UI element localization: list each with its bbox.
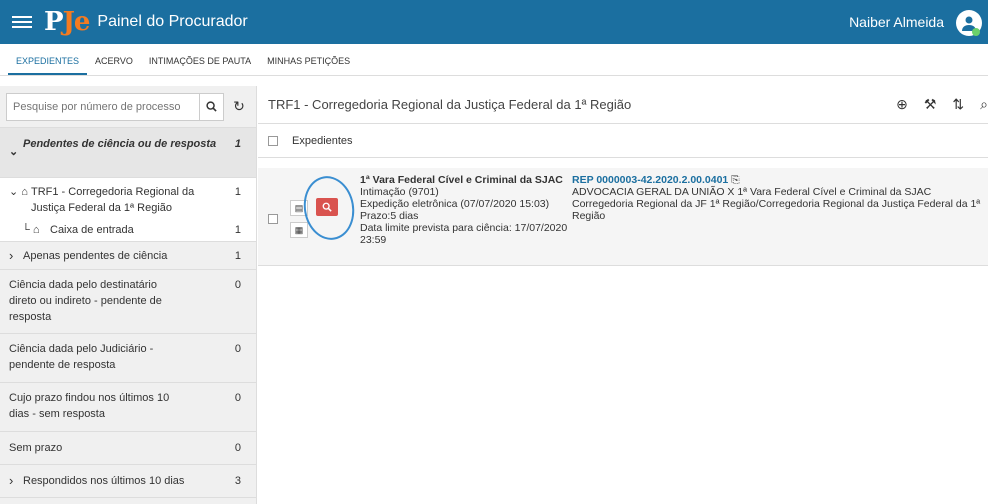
header-toolbar: ⊕ ⚒ ⇅ ⌕ [896,96,988,113]
search-button[interactable] [199,93,223,120]
sidebar-item-count: 1 [234,249,241,262]
sidebar-item-label: Apenas pendentes de ciência [23,249,168,262]
chevron-right-icon: › [9,473,14,488]
chevron-right-icon: › [9,247,14,263]
sidebar-item-label: Caixa de entrada [50,224,134,236]
calendar-icon[interactable]: ▦ [290,222,308,238]
sidebar-item-trf1[interactable]: ⌄ ⌂ TRF1 - Corregedoria Regional da Just… [0,178,256,218]
sidebar-item-ciencia-destinatario[interactable]: Ciência dada pelo destinatário direto ou… [0,270,256,334]
app-title: Painel do Procurador [97,13,248,30]
tab-intimacoes-de-pauta[interactable]: INTIMAÇÕES DE PAUTA [141,56,259,75]
main-tabs: EXPEDIENTES ACERVO INTIMAÇÕES DE PAUTA M… [0,44,988,76]
tab-acervo[interactable]: ACERVO [87,56,141,75]
sidebar-item-count: 1 [234,224,241,236]
sidebar-item-caixa-de-entrada[interactable]: └ ⌂ Caixa de entrada 1 [0,218,256,242]
sort-icon[interactable]: ⇅ [952,96,964,113]
sidebar-item-count: 0 [234,343,241,355]
menu-icon[interactable] [12,16,32,28]
tab-minhas-peticoes[interactable]: MINHAS PETIÇÕES [259,56,358,75]
sidebar-group-label: Pendentes de ciência ou de resposta [23,138,217,150]
online-status-dot [972,28,980,36]
avatar[interactable] [956,10,982,36]
sidebar-item-label: Ciência dada pelo Judiciário - pendente … [9,343,154,371]
expediente-details: 1ª Vara Federal Cível e Criminal da SJAC… [360,174,580,246]
expedientes-header: Expedientes [258,124,988,158]
chevron-down-icon: ⌄ [9,146,19,158]
copy-icon[interactable]: ⎘ [731,174,739,186]
sidebar-item-count: 1 [234,186,241,198]
sidebar-item-label: Ciência dada pelo destinatário direto ou… [9,279,162,323]
main-panel: TRF1 - Corregedoria Regional da Justiça … [258,86,988,504]
sidebar-item-ciencia-judiciario[interactable]: Ciência dada pelo Judiciário - pendente … [0,334,256,383]
top-bar: PJe Painel do Procurador Naiber Almeida [0,0,988,44]
home-icon: └ ⌂ [22,224,40,236]
orgao: 1ª Vara Federal Cível e Criminal da SJAC [360,174,563,186]
expedicao: Expedição eletrônica (07/07/2020 15:03) [360,198,550,210]
expedientes-title: Expedientes [292,134,353,147]
search-box [6,92,224,121]
add-circle-icon[interactable]: ⊕ [896,96,908,113]
search-icon [206,101,217,112]
courthouse-icon: ⌄ ⌂ [9,186,28,198]
tipo: Intimação (9701) [360,186,439,198]
sidebar-item-label: Respondidos nos últimos 10 dias [23,475,185,487]
user-name[interactable]: Naiber Almeida [849,14,944,30]
sidebar-item-apenas-pendentes[interactable]: › Apenas pendentes de ciência 1 [0,242,256,270]
search-row: ↻ [0,86,256,128]
row-checkbox[interactable] [268,214,278,224]
sidebar-item-label: Sem prazo [9,442,63,454]
prazo: Prazo:5 dias [360,210,419,222]
tab-expedientes[interactable]: EXPEDIENTES [8,56,88,75]
sidebar-item-prazo-findou[interactable]: Cujo prazo findou nos últimos 10 dias - … [0,383,256,432]
page-title: TRF1 - Corregedoria Regional da Justiça … [268,97,632,112]
search-icon[interactable]: ⌕ [980,96,988,113]
sidebar-item-respondidos[interactable]: › Respondidos nos últimos 10 dias 3 [0,465,256,498]
partes: ADVOCACIA GERAL DA UNIÃO X 1ª Vara Feder… [572,186,932,198]
data-limite: Data limite prevista para ciência: 17/07… [360,222,568,246]
orgao-julgador: Corregedoria Regional da JF 1ª Região/Co… [572,198,981,222]
process-details: REP 0000003-42.2020.2.00.0401 ⎘ ADVOCACI… [572,174,982,222]
refresh-icon[interactable]: ↻ [228,93,250,121]
sidebar-item-sem-prazo[interactable]: Sem prazo 0 [0,432,256,465]
main-header: TRF1 - Corregedoria Regional da Justiça … [258,86,988,124]
sidebar-item-count: 0 [234,279,241,291]
sidebar: ↻ ⌄ Pendentes de ciência ou de resposta … [0,86,257,504]
magic-wand-icon[interactable]: ⚒ [924,96,937,113]
pje-logo: PJe [44,7,90,37]
process-link[interactable]: REP 0000003-42.2020.2.00.0401 [572,174,728,186]
expediente-row[interactable]: ▤ ▦ 1ª Vara Federal Cível e Criminal da … [258,168,988,266]
sidebar-item-count: 0 [234,442,241,454]
sidebar-item-count: 3 [234,475,241,487]
select-all-checkbox[interactable] [268,135,278,146]
sidebar-item-label: Cujo prazo findou nos últimos 10 dias - … [9,392,170,420]
sidebar-item-label: TRF1 - Corregedoria Regional da Justiça … [31,186,195,214]
sidebar-group-pendentes[interactable]: ⌄ Pendentes de ciência ou de resposta 1 [0,128,256,178]
sidebar-group-count: 1 [234,138,241,150]
search-input[interactable] [7,93,199,120]
sidebar-item-count: 0 [234,392,241,404]
